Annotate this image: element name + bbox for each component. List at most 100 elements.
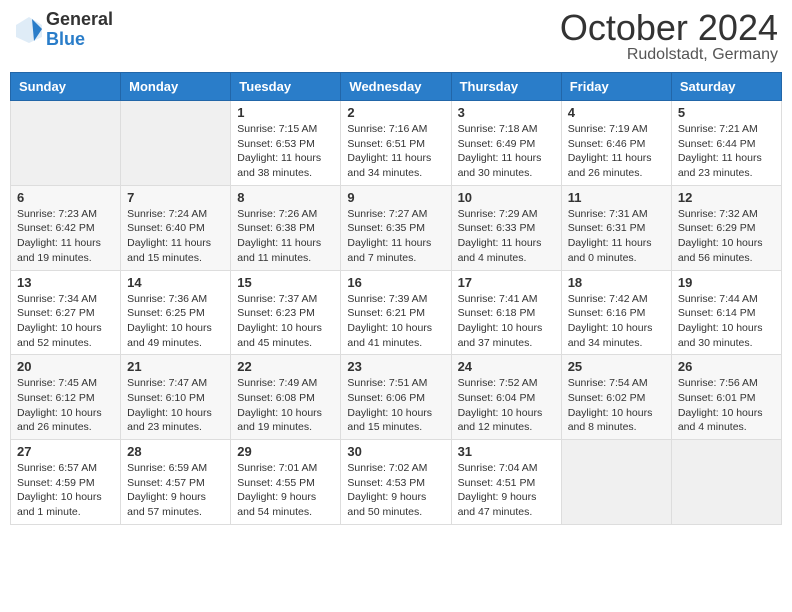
day-number: 5 <box>678 105 775 120</box>
calendar-week-row: 20 Sunrise: 7:45 AM Sunset: 6:12 PM Dayli… <box>11 355 782 440</box>
day-info: Sunrise: 6:57 AM Sunset: 4:59 PM Dayligh… <box>17 461 114 520</box>
day-number: 20 <box>17 359 114 374</box>
day-of-week-header: Wednesday <box>341 73 451 101</box>
day-info: Sunrise: 7:52 AM Sunset: 6:04 PM Dayligh… <box>458 376 555 435</box>
calendar-cell: 2 Sunrise: 7:16 AM Sunset: 6:51 PM Daylig… <box>341 101 451 186</box>
calendar-cell: 8 Sunrise: 7:26 AM Sunset: 6:38 PM Daylig… <box>231 185 341 270</box>
calendar-cell: 24 Sunrise: 7:52 AM Sunset: 6:04 PM Dayli… <box>451 355 561 440</box>
logo-blue: Blue <box>46 30 113 50</box>
day-number: 17 <box>458 275 555 290</box>
day-info: Sunrise: 7:01 AM Sunset: 4:55 PM Dayligh… <box>237 461 334 520</box>
day-info: Sunrise: 7:41 AM Sunset: 6:18 PM Dayligh… <box>458 292 555 351</box>
day-number: 18 <box>568 275 665 290</box>
day-number: 2 <box>347 105 444 120</box>
logo-text: General Blue <box>46 10 113 50</box>
day-info: Sunrise: 6:59 AM Sunset: 4:57 PM Dayligh… <box>127 461 224 520</box>
day-number: 10 <box>458 190 555 205</box>
calendar-cell: 4Sunrise: 7:19 AM Sunset: 6:46 PM Daylig… <box>561 101 671 186</box>
logo-icon <box>14 15 44 45</box>
day-of-week-header: Friday <box>561 73 671 101</box>
calendar-cell <box>671 440 781 525</box>
calendar-week-row: 6 Sunrise: 7:23 AM Sunset: 6:42 PM Daylig… <box>11 185 782 270</box>
calendar-header-row: SundayMondayTuesdayWednesdayThursdayFrid… <box>11 73 782 101</box>
location: Rudolstadt, Germany <box>560 46 778 64</box>
day-number: 29 <box>237 444 334 459</box>
day-info: Sunrise: 7:29 AM Sunset: 6:33 PM Dayligh… <box>458 207 555 266</box>
calendar-cell: 28Sunrise: 6:59 AM Sunset: 4:57 PM Dayli… <box>121 440 231 525</box>
day-number: 31 <box>458 444 555 459</box>
calendar-cell: 14 Sunrise: 7:36 AM Sunset: 6:25 PM Dayli… <box>121 270 231 355</box>
day-number: 4 <box>568 105 665 120</box>
day-info: Sunrise: 7:37 AM Sunset: 6:23 PM Dayligh… <box>237 292 334 351</box>
calendar-cell: 21 Sunrise: 7:47 AM Sunset: 6:10 PM Dayli… <box>121 355 231 440</box>
calendar-cell: 7 Sunrise: 7:24 AM Sunset: 6:40 PM Daylig… <box>121 185 231 270</box>
day-info: Sunrise: 7:56 AM Sunset: 6:01 PM Dayligh… <box>678 376 775 435</box>
day-number: 23 <box>347 359 444 374</box>
day-info: Sunrise: 7:04 AM Sunset: 4:51 PM Dayligh… <box>458 461 555 520</box>
day-info: Sunrise: 7:21 AM Sunset: 6:44 PM Dayligh… <box>678 122 775 181</box>
day-info: Sunrise: 7:34 AM Sunset: 6:27 PM Dayligh… <box>17 292 114 351</box>
calendar-cell: 29 Sunrise: 7:01 AM Sunset: 4:55 PM Dayli… <box>231 440 341 525</box>
day-number: 11 <box>568 190 665 205</box>
calendar-cell: 25 Sunrise: 7:54 AM Sunset: 6:02 PM Dayli… <box>561 355 671 440</box>
day-number: 16 <box>347 275 444 290</box>
day-of-week-header: Saturday <box>671 73 781 101</box>
page-header: General Blue October 2024 Rudolstadt, Ge… <box>10 10 782 64</box>
day-info: Sunrise: 7:15 AM Sunset: 6:53 PM Dayligh… <box>237 122 334 181</box>
day-number: 14 <box>127 275 224 290</box>
logo-general: General <box>46 10 113 30</box>
day-number: 9 <box>347 190 444 205</box>
calendar-cell: 5 Sunrise: 7:21 AM Sunset: 6:44 PM Daylig… <box>671 101 781 186</box>
day-info: Sunrise: 7:16 AM Sunset: 6:51 PM Dayligh… <box>347 122 444 181</box>
day-number: 6 <box>17 190 114 205</box>
calendar-cell: 22 Sunrise: 7:49 AM Sunset: 6:08 PM Dayli… <box>231 355 341 440</box>
day-number: 22 <box>237 359 334 374</box>
calendar-cell: 11 Sunrise: 7:31 AM Sunset: 6:31 PM Dayli… <box>561 185 671 270</box>
day-number: 27 <box>17 444 114 459</box>
day-info: Sunrise: 7:44 AM Sunset: 6:14 PM Dayligh… <box>678 292 775 351</box>
day-info: Sunrise: 7:18 AM Sunset: 6:49 PM Dayligh… <box>458 122 555 181</box>
day-number: 15 <box>237 275 334 290</box>
day-info: Sunrise: 7:45 AM Sunset: 6:12 PM Dayligh… <box>17 376 114 435</box>
day-info: Sunrise: 7:26 AM Sunset: 6:38 PM Dayligh… <box>237 207 334 266</box>
day-info: Sunrise: 7:23 AM Sunset: 6:42 PM Dayligh… <box>17 207 114 266</box>
calendar-cell: 9 Sunrise: 7:27 AM Sunset: 6:35 PM Daylig… <box>341 185 451 270</box>
calendar-cell: 18 Sunrise: 7:42 AM Sunset: 6:16 PM Dayli… <box>561 270 671 355</box>
title-area: October 2024 Rudolstadt, Germany <box>560 10 778 64</box>
day-info: Sunrise: 7:31 AM Sunset: 6:31 PM Dayligh… <box>568 207 665 266</box>
calendar-cell: 26Sunrise: 7:56 AM Sunset: 6:01 PM Dayli… <box>671 355 781 440</box>
calendar-cell: 20 Sunrise: 7:45 AM Sunset: 6:12 PM Dayli… <box>11 355 121 440</box>
calendar-cell <box>11 101 121 186</box>
calendar-week-row: 27 Sunrise: 6:57 AM Sunset: 4:59 PM Dayli… <box>11 440 782 525</box>
calendar-week-row: 13 Sunrise: 7:34 AM Sunset: 6:27 PM Dayli… <box>11 270 782 355</box>
day-info: Sunrise: 7:54 AM Sunset: 6:02 PM Dayligh… <box>568 376 665 435</box>
day-number: 24 <box>458 359 555 374</box>
day-number: 8 <box>237 190 334 205</box>
day-info: Sunrise: 7:02 AM Sunset: 4:53 PM Dayligh… <box>347 461 444 520</box>
day-info: Sunrise: 7:36 AM Sunset: 6:25 PM Dayligh… <box>127 292 224 351</box>
day-number: 3 <box>458 105 555 120</box>
calendar-cell: 31 Sunrise: 7:04 AM Sunset: 4:51 PM Dayli… <box>451 440 561 525</box>
day-info: Sunrise: 7:27 AM Sunset: 6:35 PM Dayligh… <box>347 207 444 266</box>
calendar-cell: 19Sunrise: 7:44 AM Sunset: 6:14 PM Dayli… <box>671 270 781 355</box>
day-number: 7 <box>127 190 224 205</box>
day-info: Sunrise: 7:47 AM Sunset: 6:10 PM Dayligh… <box>127 376 224 435</box>
day-number: 21 <box>127 359 224 374</box>
day-info: Sunrise: 7:32 AM Sunset: 6:29 PM Dayligh… <box>678 207 775 266</box>
day-number: 25 <box>568 359 665 374</box>
day-of-week-header: Thursday <box>451 73 561 101</box>
day-number: 13 <box>17 275 114 290</box>
calendar-cell: 6 Sunrise: 7:23 AM Sunset: 6:42 PM Daylig… <box>11 185 121 270</box>
day-info: Sunrise: 7:24 AM Sunset: 6:40 PM Dayligh… <box>127 207 224 266</box>
calendar-cell: 12 Sunrise: 7:32 AM Sunset: 6:29 PM Dayli… <box>671 185 781 270</box>
day-info: Sunrise: 7:42 AM Sunset: 6:16 PM Dayligh… <box>568 292 665 351</box>
day-number: 12 <box>678 190 775 205</box>
day-of-week-header: Monday <box>121 73 231 101</box>
day-info: Sunrise: 7:49 AM Sunset: 6:08 PM Dayligh… <box>237 376 334 435</box>
calendar-cell <box>121 101 231 186</box>
calendar-cell: 27 Sunrise: 6:57 AM Sunset: 4:59 PM Dayli… <box>11 440 121 525</box>
day-of-week-header: Sunday <box>11 73 121 101</box>
calendar-cell: 13 Sunrise: 7:34 AM Sunset: 6:27 PM Dayli… <box>11 270 121 355</box>
calendar-cell: 10 Sunrise: 7:29 AM Sunset: 6:33 PM Dayli… <box>451 185 561 270</box>
day-number: 1 <box>237 105 334 120</box>
